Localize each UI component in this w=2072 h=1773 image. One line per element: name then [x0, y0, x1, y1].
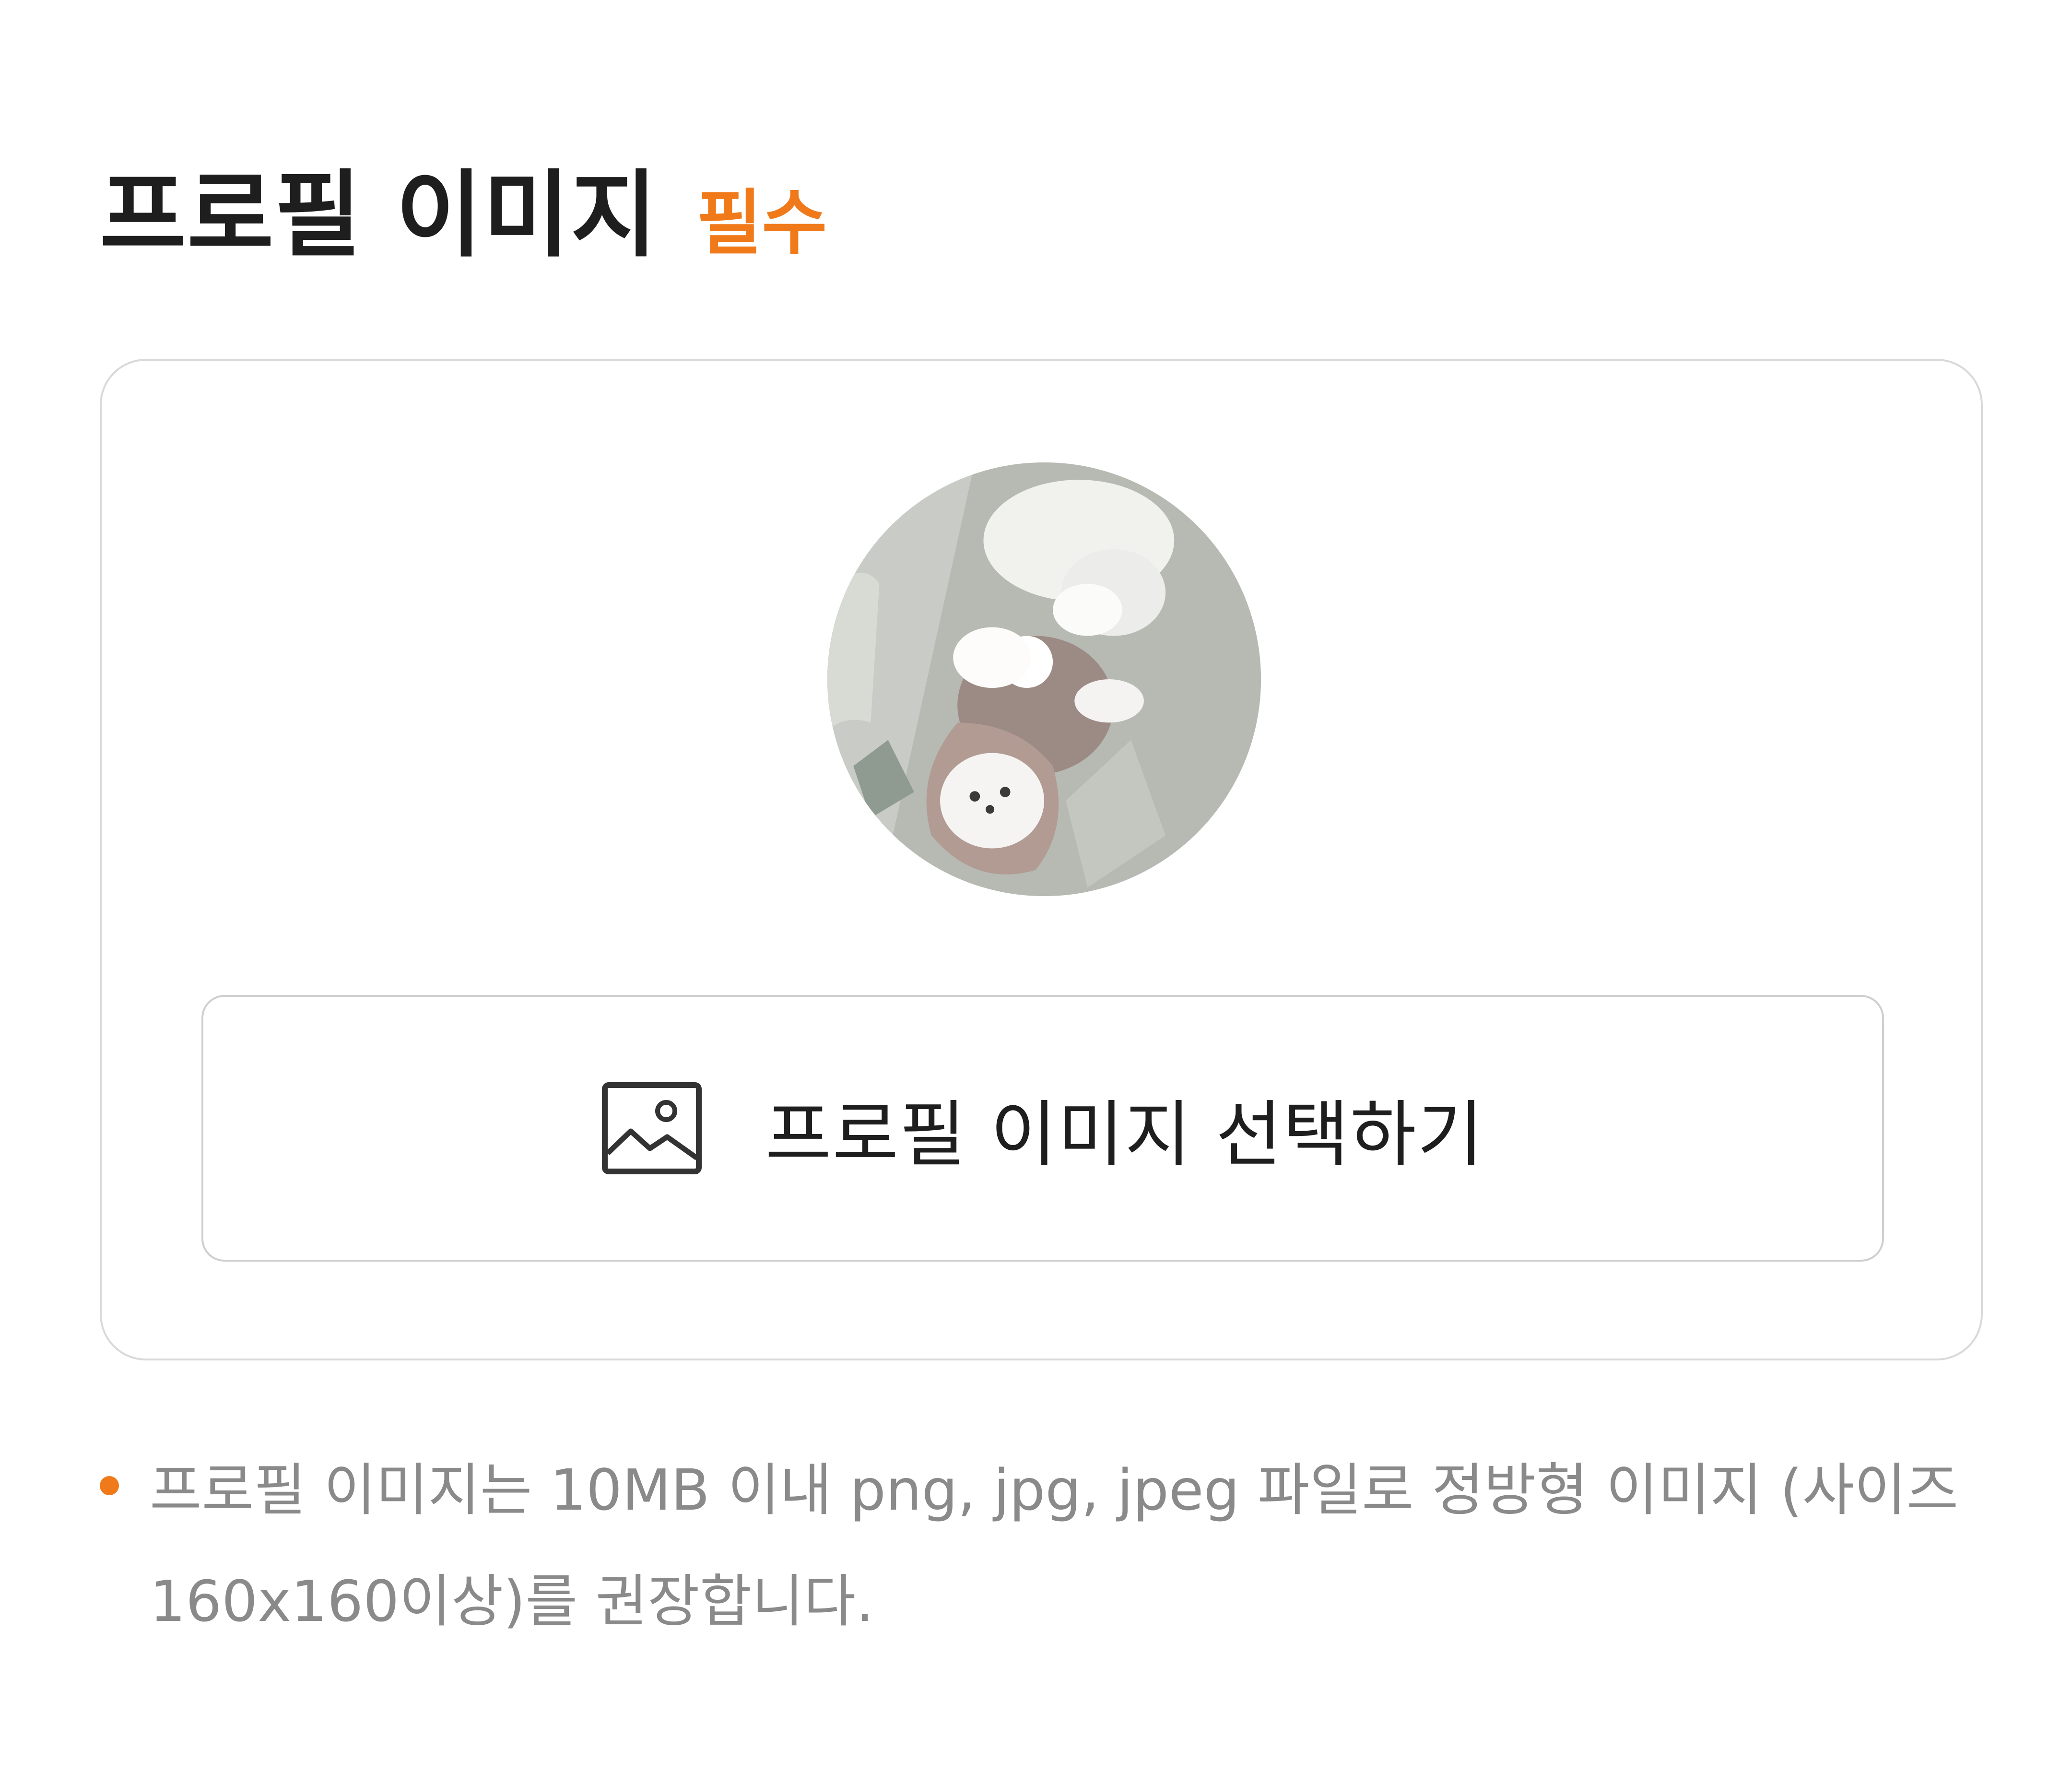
profile-image-card: 프로필 이미지 선택하기 [100, 359, 1983, 1360]
bullet-dot [100, 1476, 119, 1495]
image-icon [602, 1082, 702, 1174]
guideline-text: 프로필 이미지는 10MB 이내 png, jpg, jpeg 파일로 정방형 … [150, 1457, 1959, 1634]
upload-guideline: 프로필 이미지는 10MB 이내 png, jpg, jpeg 파일로 정방형 … [100, 1434, 1985, 1657]
profile-image-section: 프로필 이미지 필수 프로필 이미지 선택하기 프로필 이미지는 10MB 이내… [100, 139, 1985, 1634]
select-button-label: 프로필 이미지 선택하기 [765, 1093, 1484, 1177]
section-header: 프로필 이미지 필수 [100, 139, 1985, 270]
required-badge: 필수 [696, 182, 827, 264]
avatar-photo [827, 462, 1261, 896]
select-profile-image-button[interactable]: 프로필 이미지 선택하기 [201, 995, 1884, 1262]
section-title: 프로필 이미지 [100, 161, 659, 270]
profile-avatar-preview[interactable] [827, 462, 1261, 896]
